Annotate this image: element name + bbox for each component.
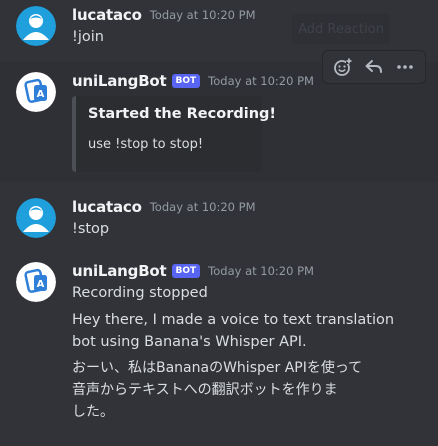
bot-avatar-icon: A: [16, 72, 56, 112]
user-avatar-icon: [16, 198, 56, 238]
bot-avatar-icon: A: [16, 262, 56, 302]
username[interactable]: lucataco: [72, 6, 142, 24]
message-line: 音声からテキストへの翻訳ボットを作りま: [72, 382, 338, 398]
embed-title: Started the Recording!: [88, 106, 277, 122]
chat-messages: lucataco Today at 10:20 PM !join Add Rea…: [0, 0, 438, 446]
reply-button[interactable]: [361, 54, 387, 80]
embed-description: use !stop to stop!: [88, 137, 204, 152]
user-avatar-icon: [16, 6, 56, 46]
avatar[interactable]: [16, 6, 56, 46]
message-content: !join: [72, 29, 104, 45]
svg-text:A: A: [37, 89, 45, 100]
reply-icon: [365, 60, 382, 73]
message-line: bot using Banana's Whisper API.: [72, 334, 307, 350]
bot-badge: BOT: [171, 74, 201, 88]
username[interactable]: lucataco: [72, 198, 142, 216]
message-line: した。: [72, 404, 114, 420]
avatar[interactable]: [16, 198, 56, 238]
avatar[interactable]: A: [16, 262, 56, 302]
message-header: lucataco Today at 10:20 PM: [72, 6, 256, 24]
message-line: Hey there, I made a voice to text transl…: [72, 312, 395, 328]
message-header: uniLangBot BOT Today at 10:20 PM: [72, 262, 314, 280]
message-line: おーい、私はBananaのWhisper APIを使って: [72, 360, 363, 376]
message-header: uniLangBot BOT Today at 10:20 PM: [72, 72, 314, 90]
timestamp[interactable]: Today at 10:20 PM: [150, 200, 256, 214]
message-actions-toolbar: [322, 50, 426, 84]
avatar[interactable]: A: [16, 72, 56, 112]
username[interactable]: uniLangBot: [72, 262, 167, 280]
message-line: Recording stopped: [72, 285, 208, 301]
more-icon: [397, 65, 414, 69]
timestamp[interactable]: Today at 10:20 PM: [150, 8, 256, 22]
message-header: lucataco Today at 10:20 PM: [72, 198, 256, 216]
timestamp[interactable]: Today at 10:20 PM: [208, 264, 314, 278]
timestamp[interactable]: Today at 10:20 PM: [208, 74, 314, 88]
username[interactable]: uniLangBot: [72, 72, 167, 90]
add-reaction-icon: [333, 58, 352, 76]
message-content: !stop: [72, 221, 110, 237]
more-options-button[interactable]: [392, 54, 418, 80]
bot-badge: BOT: [171, 264, 201, 278]
add-reaction-button[interactable]: [330, 54, 356, 80]
svg-text:A: A: [37, 279, 45, 290]
embed: Started the Recording! use !stop to stop…: [72, 96, 276, 172]
add-reaction-tooltip: Add Reaction: [292, 14, 390, 44]
